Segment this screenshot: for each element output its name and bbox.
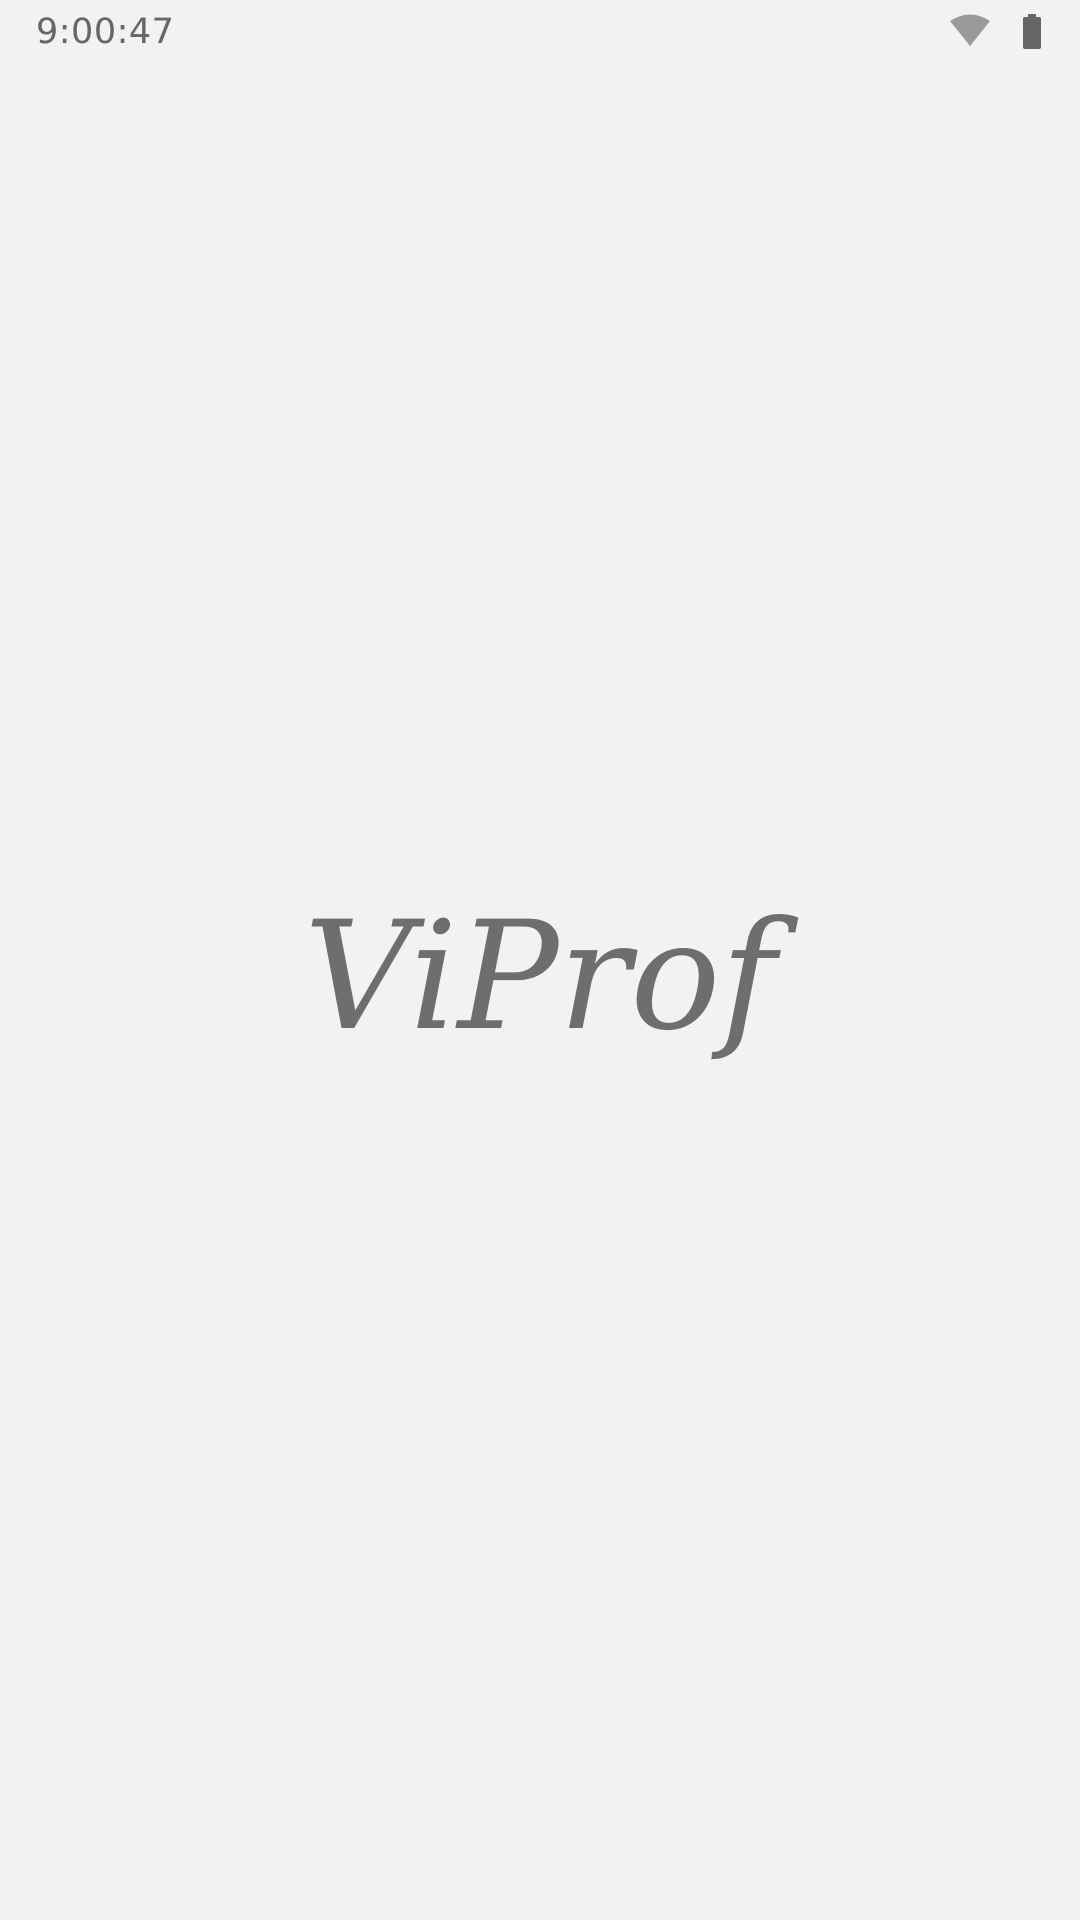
wifi-icon (948, 14, 992, 50)
app-logo-text: ViProf (304, 910, 799, 1064)
app-logo: ViProf (304, 910, 799, 1064)
status-icons (948, 12, 1042, 52)
status-clock: 9:00:47 (36, 12, 175, 52)
battery-icon (1022, 14, 1042, 50)
splash-screen: 9:00:47 ViProf (0, 0, 1080, 1920)
splash-logo-container: ViProf (0, 900, 1080, 1100)
status-bar: 9:00:47 (0, 0, 1080, 64)
